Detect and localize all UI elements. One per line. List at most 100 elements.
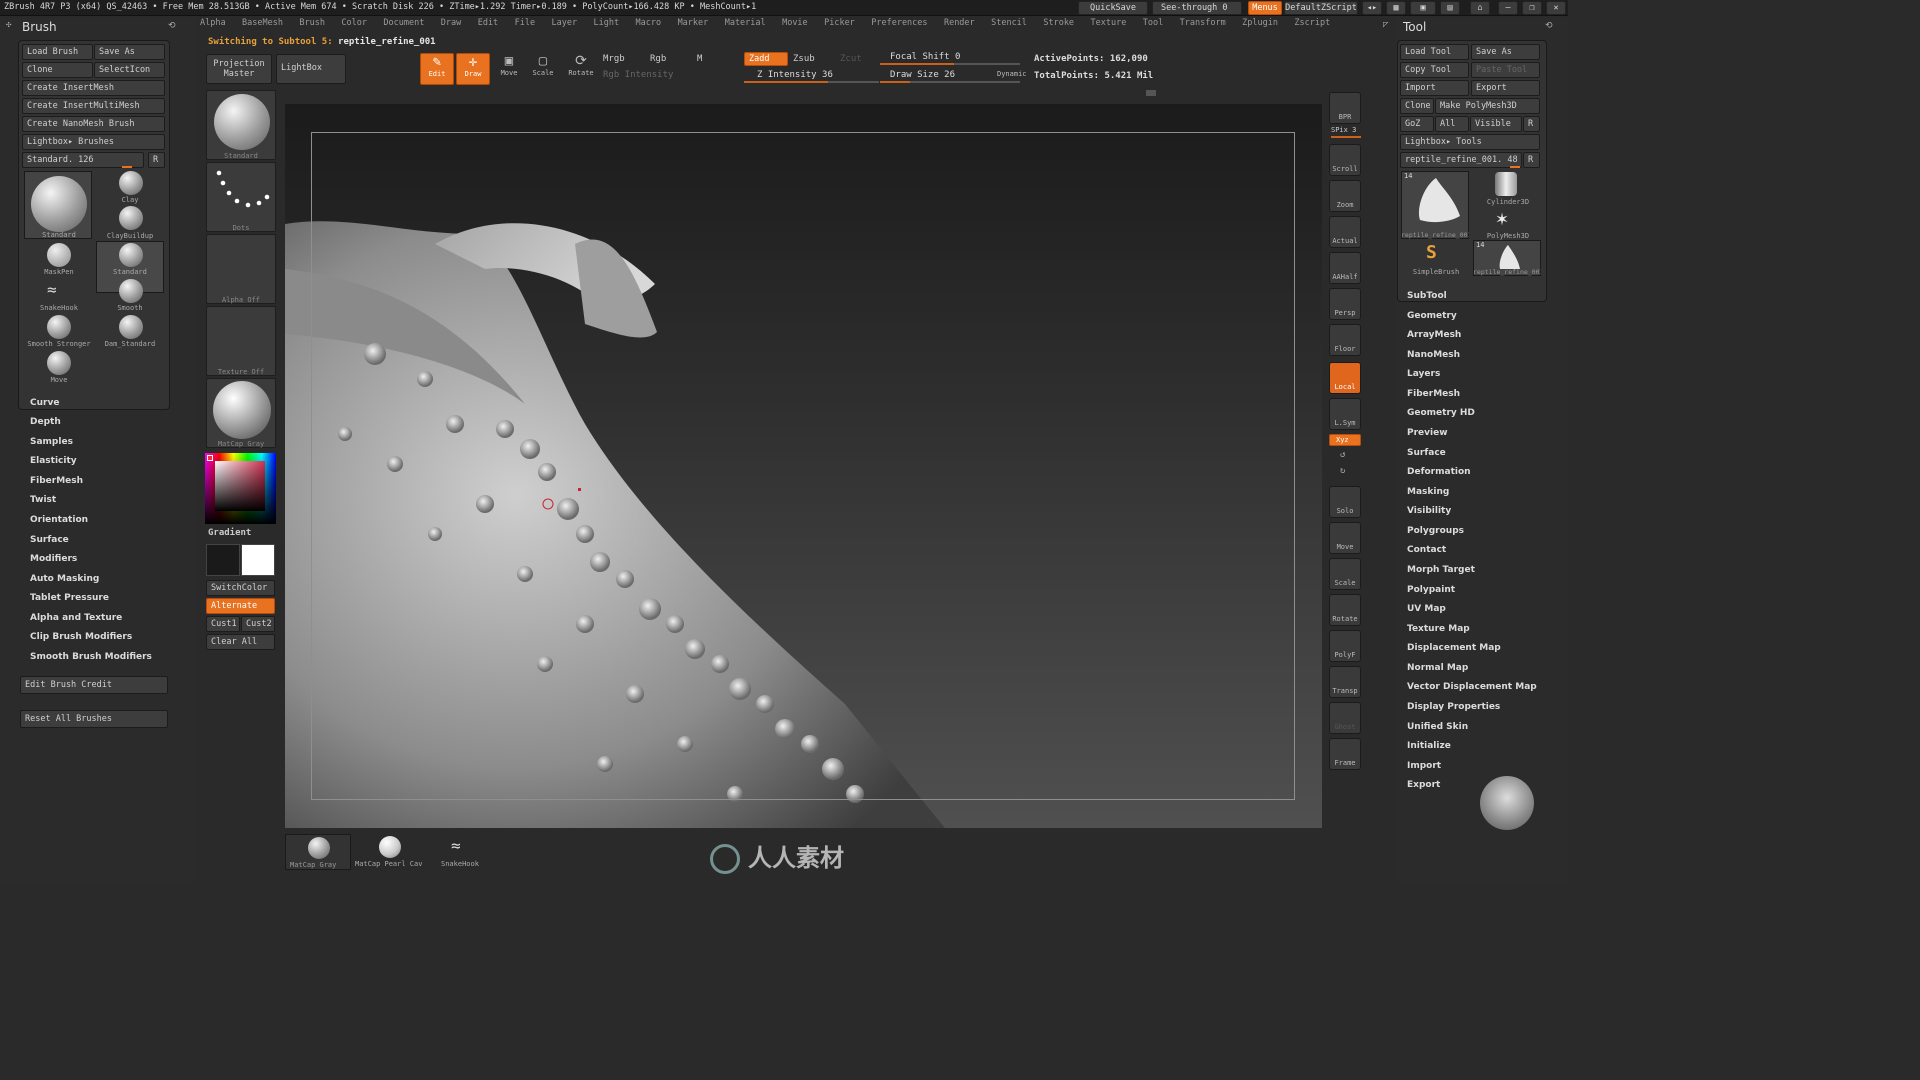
menu-document[interactable]: Document [383, 18, 424, 28]
rgb-button[interactable]: Rgb [650, 54, 666, 64]
all-button[interactable]: All [1435, 116, 1469, 132]
focal-shift-slider[interactable]: Focal Shift 0 [890, 52, 960, 62]
gradient-label[interactable]: Gradient [208, 528, 251, 538]
move-brush-icon[interactable] [47, 351, 71, 375]
transp-button[interactable]: Transp [1329, 666, 1361, 698]
section-elasticity[interactable]: Elasticity [30, 456, 77, 466]
m-button[interactable]: M [697, 54, 702, 64]
move-view-button[interactable]: Move [1329, 522, 1361, 554]
light-bulb-icon[interactable] [1480, 776, 1534, 830]
matcap-pearl-slot[interactable]: MatCap Pearl Cav [353, 834, 427, 870]
menu-light[interactable]: Light [594, 18, 620, 28]
menu-zscript[interactable]: Zscript [1294, 18, 1330, 28]
create-insertmesh-button[interactable]: Create InsertMesh [22, 80, 165, 96]
rgb-intensity-slider[interactable]: Rgb Intensity [603, 70, 673, 80]
make-polymesh3d-button[interactable]: Make PolyMesh3D [1435, 98, 1540, 114]
collapse-arrow-icon[interactable]: ◸ [1383, 20, 1388, 30]
menu-alpha[interactable]: Alpha [200, 18, 226, 28]
rotate-mode-button[interactable]: ⟳ Rotate [564, 53, 598, 85]
lightbox-button[interactable]: LightBox [276, 54, 346, 84]
maskpen-brush-icon[interactable] [47, 243, 71, 267]
ghost-button[interactable]: Ghost [1329, 702, 1361, 734]
tool-export-button[interactable]: Export [1471, 80, 1540, 96]
tool-section-initialize[interactable]: Initialize [1407, 741, 1451, 751]
current-tool-slider[interactable]: reptile_refine_001. 48 [1400, 152, 1522, 168]
tool-import-button[interactable]: Import [1400, 80, 1469, 96]
tool-r2-button[interactable]: R [1523, 152, 1540, 168]
dynamic-button[interactable]: Dynamic [997, 70, 1027, 78]
tool-section-export[interactable]: Export [1407, 780, 1440, 790]
layout-icon[interactable]: ▦ [1386, 1, 1406, 15]
menu-draw[interactable]: Draw [441, 18, 461, 28]
lightbox-tools-button[interactable]: Lightbox▸ Tools [1400, 134, 1540, 150]
tool-section-nanomesh[interactable]: NanoMesh [1407, 350, 1460, 360]
material-slot[interactable] [206, 378, 276, 448]
section-tablet-pressure[interactable]: Tablet Pressure [30, 593, 109, 603]
tool-section-unified-skin[interactable]: Unified Skin [1407, 722, 1468, 732]
load-brush-button[interactable]: Load Brush [22, 44, 93, 60]
create-nanomesh-brush-button[interactable]: Create NanoMesh Brush [22, 116, 165, 132]
rotate-z-icon[interactable]: ↻ [1340, 466, 1345, 476]
draw-size-track[interactable] [880, 81, 1020, 83]
dam-standard-brush-icon[interactable] [119, 315, 143, 339]
claybuildup-brush-icon[interactable] [119, 206, 143, 230]
texture-slot[interactable] [206, 306, 276, 376]
close-icon[interactable]: ✕ [1546, 1, 1566, 15]
move-mode-button[interactable]: ▣ Move [494, 53, 524, 85]
quicksave-button[interactable]: QuickSave [1078, 1, 1148, 15]
tool-section-texture-map[interactable]: Texture Map [1407, 624, 1470, 634]
clone-button[interactable]: Clone [22, 62, 93, 78]
menu-macro[interactable]: Macro [636, 18, 662, 28]
menu-stroke[interactable]: Stroke [1043, 18, 1074, 28]
menu-file[interactable]: File [515, 18, 535, 28]
refresh-icon[interactable]: ⟲ [168, 21, 176, 31]
tool-section-preview[interactable]: Preview [1407, 428, 1448, 438]
section-fibermesh[interactable]: FiberMesh [30, 476, 83, 486]
panels-icon[interactable]: ▣ [1410, 1, 1436, 15]
tool-section-morph-target[interactable]: Morph Target [1407, 565, 1475, 575]
section-samples[interactable]: Samples [30, 437, 73, 447]
bpr-button[interactable]: BPR [1329, 92, 1361, 124]
scroll-button[interactable]: Scroll [1329, 144, 1361, 176]
create-insertmultimesh-button[interactable]: Create InsertMultiMesh [22, 98, 165, 114]
tool-section-polygroups[interactable]: Polygroups [1407, 526, 1464, 536]
primary-color-swatch[interactable] [241, 544, 275, 576]
cylinder3d-icon[interactable] [1495, 172, 1517, 196]
menu-render[interactable]: Render [944, 18, 975, 28]
tool-section-deformation[interactable]: Deformation [1407, 467, 1471, 477]
menu-transform[interactable]: Transform [1180, 18, 1226, 28]
menu-color[interactable]: Color [341, 18, 367, 28]
spix-track[interactable] [1331, 136, 1361, 138]
polymesh3d-icon[interactable]: ✶ [1496, 206, 1508, 230]
tool-section-geometry[interactable]: Geometry [1407, 311, 1457, 321]
tool-r-button[interactable]: R [1523, 116, 1540, 132]
tool-section-polypaint[interactable]: Polypaint [1407, 585, 1455, 595]
section-modifiers[interactable]: Modifiers [30, 554, 77, 564]
brush-slider-knob[interactable] [122, 166, 132, 168]
menu-material[interactable]: Material [725, 18, 766, 28]
menu-movie[interactable]: Movie [782, 18, 808, 28]
tool-section-geometry-hd[interactable]: Geometry HD [1407, 408, 1475, 418]
section-smooth-brush-modifiers[interactable]: Smooth Brush Modifiers [30, 652, 152, 662]
menu-preferences[interactable]: Preferences [871, 18, 927, 28]
restore-icon[interactable]: ❐ [1522, 1, 1542, 15]
xyz-button[interactable]: Xyz [1329, 434, 1361, 446]
menu-stencil[interactable]: Stencil [991, 18, 1027, 28]
section-orientation[interactable]: Orientation [30, 515, 88, 525]
current-tool-thumb[interactable] [1401, 171, 1469, 239]
goz-button[interactable]: GoZ [1400, 116, 1434, 132]
cust2-button[interactable]: Cust2 [241, 616, 275, 632]
toggle-icon[interactable]: ◂▸ [1362, 1, 1382, 15]
snakehook-brush-icon[interactable]: ≈ [47, 280, 73, 299]
tool-save-as-button[interactable]: Save As [1471, 44, 1540, 60]
lsym-button[interactable]: L.Sym [1329, 398, 1361, 430]
current-brush-thumb[interactable] [24, 171, 92, 239]
menu-texture[interactable]: Texture [1090, 18, 1126, 28]
zcut-button[interactable]: Zcut [840, 54, 862, 64]
rotate-y-icon[interactable]: ↺ [1340, 450, 1345, 460]
palette-icon[interactable]: ▤ [1440, 1, 1460, 15]
projection-master-button[interactable]: Projection Master [206, 54, 272, 84]
persp-button[interactable]: Persp [1329, 288, 1361, 320]
tool-section-masking[interactable]: Masking [1407, 487, 1449, 497]
tool-slider-knob[interactable] [1510, 166, 1520, 168]
